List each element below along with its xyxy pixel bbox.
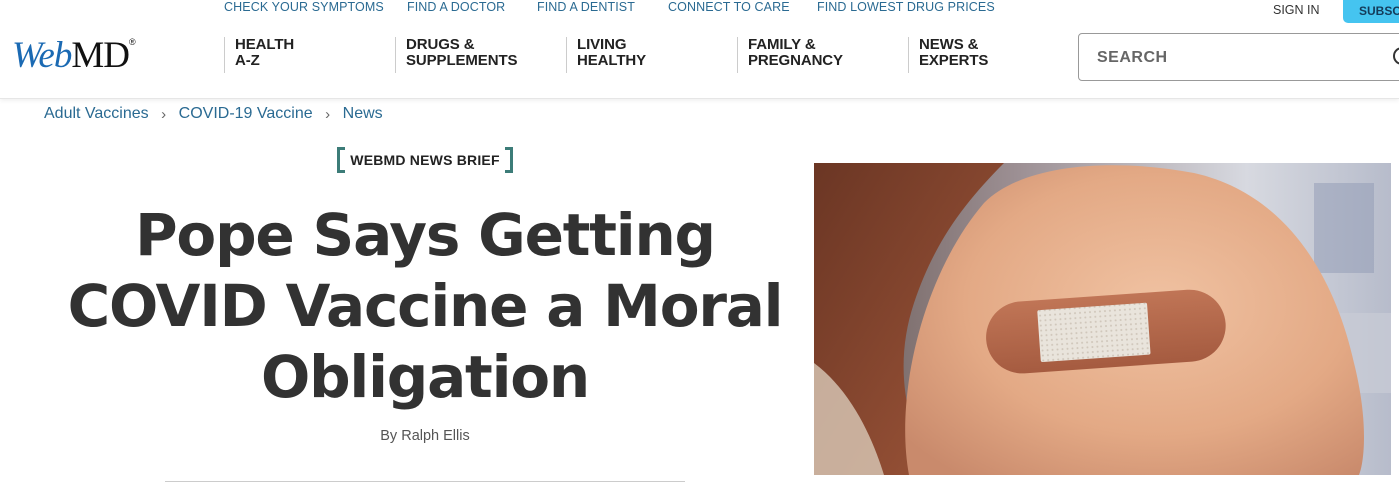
nav-item-line1: NEWS & [919,36,979,53]
search-icon[interactable] [1393,47,1399,65]
nav-item-line1: DRUGS & [406,36,475,53]
logo-web-text: Web [12,35,72,76]
divider [165,481,685,482]
news-brief-badge: WEBMD NEWS BRIEF [337,147,513,173]
nav-item-line2: HEALTHY [577,52,647,69]
article-byline: By Ralph Ellis [40,428,810,444]
breadcrumb-separator: › [325,105,331,123]
site-header: CHECK YOUR SYMPTOMS FIND A DOCTOR FIND A… [0,0,1399,99]
search-input[interactable] [1097,46,1387,70]
author-link[interactable]: Ralph Ellis [401,428,470,444]
utility-link-find-dentist[interactable]: FIND A DENTIST [537,0,635,14]
breadcrumb: Adult Vaccines › COVID-19 Vaccine › News [44,103,383,125]
nav-item-line1: LIVING [577,36,627,53]
nav-item-drugs-supplements[interactable]: DRUGS & SUPPLEMENTS [395,36,518,73]
sign-in-link[interactable]: SIGN IN [1273,3,1320,17]
nav-item-living-healthy[interactable]: LIVING HEALTHY [566,37,646,73]
webmd-logo[interactable]: Web MD ® [12,34,136,74]
nav-item-line2: PREGNANCY [748,52,843,69]
search-box [1078,33,1399,81]
nav-item-line2: SUPPLEMENTS [406,52,518,69]
nav-item-family-pregnancy[interactable]: FAMILY & PREGNANCY [737,37,843,73]
logo-md-text: MD [71,35,130,76]
nav-item-line2: A-Z [235,52,260,69]
utility-link-connect-to-care[interactable]: CONNECT TO CARE [668,0,790,14]
nav-item-news-experts[interactable]: NEWS & EXPERTS [908,37,988,73]
nav-item-health-a-z[interactable]: HEALTH A-Z [224,37,294,73]
nav-item-line1: HEALTH [235,36,295,53]
breadcrumb-news[interactable]: News [343,105,383,123]
utility-link-find-doctor[interactable]: FIND A DOCTOR [407,0,505,14]
subscribe-button[interactable]: SUBSCR [1343,0,1399,23]
nav-item-line1: FAMILY & [748,36,816,53]
breadcrumb-adult-vaccines[interactable]: Adult Vaccines [44,105,149,123]
hero-image [814,163,1391,475]
vaccine-bandage-photo [814,163,1391,475]
logo-registered-mark: ® [128,37,136,47]
breadcrumb-separator: › [161,105,167,123]
article-headline: Pope Says Getting COVID Vaccine a Moral … [67,201,784,411]
utility-link-check-symptoms[interactable]: CHECK YOUR SYMPTOMS [224,0,384,14]
badge-label: WEBMD NEWS BRIEF [350,152,500,168]
badge-right-bracket [505,147,513,173]
nav-item-line2: EXPERTS [919,52,989,69]
byline-prefix: By [380,428,398,444]
breadcrumb-covid-19-vaccine[interactable]: COVID-19 Vaccine [179,105,313,123]
utility-link-drug-prices[interactable]: FIND LOWEST DRUG PRICES [817,0,995,14]
